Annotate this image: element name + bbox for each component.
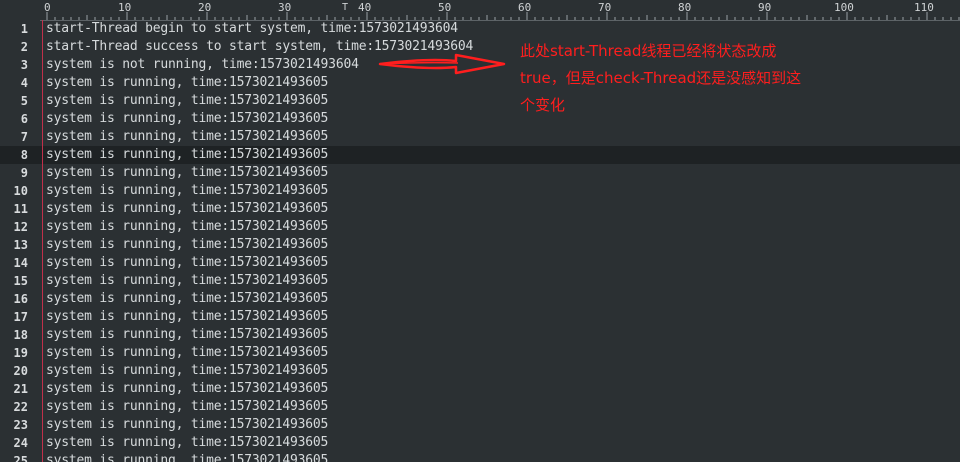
ruler-mark: 20 [198,1,212,14]
code-line[interactable]: 20 system is running, time:1573021493605 [0,362,960,380]
ruler-mark: 90 [758,1,772,14]
code-line[interactable]: 16 system is running, time:1573021493605 [0,290,960,308]
line-text: system is running, time:1573021493605 [46,363,329,378]
line-number: 16 [13,292,28,306]
line-text: system is running, time:1573021493605 [46,129,329,144]
line-text: system is running, time:1573021493605 [46,255,329,270]
line-number: 3 [20,58,28,72]
red-arrow-annotation [378,53,506,75]
code-line[interactable]: 18 system is running, time:1573021493605 [0,326,960,344]
line-number: 20 [13,364,28,378]
ruler-mark: 70 [598,1,612,14]
code-line[interactable]: 22 system is running, time:1573021493605 [0,398,960,416]
ruler-mark: 30 [278,1,292,14]
code-line[interactable]: 17 system is running, time:1573021493605 [0,308,960,326]
line-text: system is running, time:1573021493605 [46,327,329,342]
line-number: 14 [13,256,28,270]
code-line[interactable]: 24 system is running, time:1573021493605 [0,434,960,452]
line-number: 6 [20,112,28,126]
text-editor[interactable]: 0 10 20 30 40 50 60 70 80 90 100 110 T 1… [0,0,960,462]
line-text: system is running, time:1573021493605 [46,219,329,234]
line-number: 8 [20,148,28,162]
left-margin-line [42,20,43,462]
line-number: 7 [20,130,28,144]
code-line[interactable]: 12 system is running, time:1573021493605 [0,218,960,236]
line-number: 4 [20,76,28,90]
code-line[interactable]: 14 system is running, time:1573021493605 [0,254,960,272]
code-line[interactable]: 13 system is running, time:1573021493605 [0,236,960,254]
line-text: system is running, time:1573021493605 [46,381,329,396]
line-text: start-Thread begin to start system, time… [46,21,458,36]
line-text: system is running, time:1573021493605 [46,453,329,462]
ruler-mark: 80 [678,1,692,14]
line-text: system is running, time:1573021493605 [46,93,329,108]
code-line[interactable]: 21 system is running, time:1573021493605 [0,380,960,398]
line-number: 2 [20,40,28,54]
annotation-line: 个变化 [520,96,566,114]
line-text: system is running, time:1573021493605 [46,273,329,288]
line-number: 25 [13,454,28,462]
line-number: 13 [13,238,28,252]
line-number: 5 [20,94,28,108]
ruler-mark: 50 [438,1,452,14]
ruler-mark: 110 [914,1,934,14]
ruler-mark: 40 [358,1,372,14]
code-line[interactable]: 10 system is running, time:1573021493605 [0,182,960,200]
line-text: system is running, time:1573021493605 [46,201,329,216]
line-text: system is running, time:1573021493605 [46,183,329,198]
annotation-note: 此处start-Thread线程已经将状态改成 true，但是check-Thr… [520,38,830,119]
line-number: 15 [13,274,28,288]
code-line[interactable]: 19 system is running, time:1573021493605 [0,344,960,362]
code-line[interactable]: 9 system is running, time:1573021493605 [0,164,960,182]
line-text: system is running, time:1573021493605 [46,435,329,450]
caret-column-marker: T [342,2,349,13]
ruler-mark: 60 [518,1,532,14]
line-text: system is not running, time:157302149360… [46,57,359,72]
ruler-mark: 0 [44,1,51,14]
line-text: system is running, time:1573021493605 [46,399,329,414]
code-line[interactable]: 15 system is running, time:1573021493605 [0,272,960,290]
line-number: 21 [13,382,28,396]
line-number: 11 [13,202,28,216]
line-number: 17 [13,310,28,324]
line-number: 10 [13,184,28,198]
code-line[interactable]: 25 system is running, time:1573021493605 [0,452,960,462]
ruler-mark: 10 [118,1,132,14]
line-text: system is running, time:1573021493605 [46,165,329,180]
line-text: system is running, time:1573021493605 [46,309,329,324]
line-text: system is running, time:1573021493605 [46,345,329,360]
line-text: system is running, time:1573021493605 [46,75,329,90]
code-line[interactable]: 11 system is running, time:1573021493605 [0,200,960,218]
line-number: 23 [13,418,28,432]
line-text: system is running, time:1573021493605 [46,147,329,162]
line-number: 19 [13,346,28,360]
line-text: system is running, time:1573021493605 [46,111,329,126]
line-number: 24 [13,436,28,450]
line-text: system is running, time:1573021493605 [46,291,329,306]
ruler-ticks [46,12,960,20]
code-line[interactable]: 7 system is running, time:1573021493605 [0,128,960,146]
line-number: 1 [20,22,28,36]
code-line[interactable]: 23 system is running, time:1573021493605 [0,416,960,434]
annotation-line: true，但是check-Thread还是没感知到这 [520,69,802,87]
annotation-line: 此处start-Thread线程已经将状态改成 [520,42,777,60]
line-number: 22 [13,400,28,414]
line-text: system is running, time:1573021493605 [46,237,329,252]
line-text: system is running, time:1573021493605 [46,417,329,432]
ruler-mark: 100 [834,1,854,14]
code-line[interactable]: 1 start-Thread begin to start system, tim… [0,20,960,38]
line-number: 18 [13,328,28,342]
line-number: 12 [13,220,28,234]
column-ruler: 0 10 20 30 40 50 60 70 80 90 100 110 T [0,0,960,21]
current-code-line[interactable]: 8 system is running, time:1573021493605 [0,146,960,164]
line-number: 9 [20,166,28,180]
